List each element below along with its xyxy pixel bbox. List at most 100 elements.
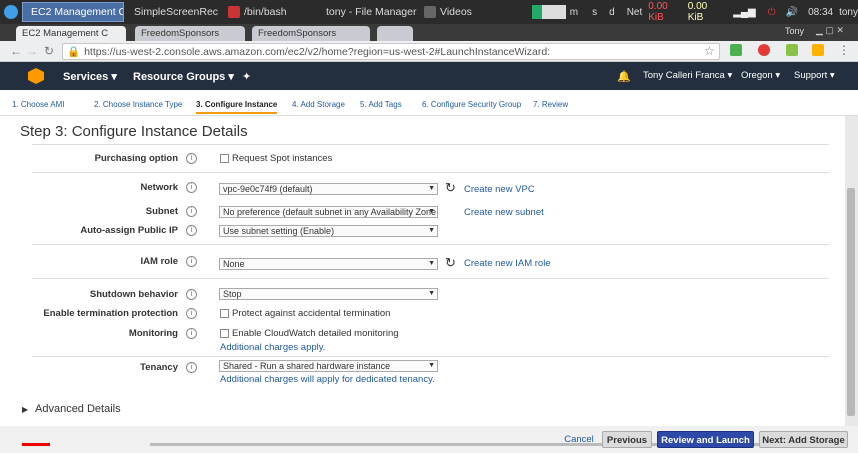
wizard-step-security-group[interactable]: 6. Configure Security Group (422, 100, 521, 109)
monitoring-label: Monitoring (128, 328, 178, 339)
subnet-label: Subnet (145, 206, 178, 217)
create-subnet-link[interactable]: Create new subnet (464, 207, 544, 218)
info-icon[interactable]: i (186, 328, 197, 339)
info-icon[interactable]: i (186, 362, 197, 373)
browser-profile[interactable]: Tony (785, 26, 804, 36)
monitoring-checkbox[interactable] (220, 329, 229, 338)
termination-protection-text: Protect against accidental termination (232, 308, 391, 319)
monitoring-charges-link[interactable]: Additional charges apply. (220, 342, 325, 353)
volume-icon[interactable]: 🔊 (786, 7, 798, 18)
termination-protection-checkbox[interactable] (220, 309, 229, 318)
tenancy-select[interactable]: Shared - Run a shared hardware instance ▼ (219, 360, 438, 372)
content-scrollbar[interactable] (845, 116, 858, 426)
create-iam-role-link[interactable]: Create new IAM role (464, 258, 551, 269)
info-icon[interactable]: i (186, 153, 197, 164)
aws-header: Services ▾ Resource Groups ▾ ✦ 🔔 Tony Ca… (0, 62, 858, 90)
info-icon[interactable]: i (186, 256, 197, 267)
new-tab-button[interactable] (377, 26, 413, 41)
terminal-icon (228, 6, 240, 18)
url-input[interactable]: 🔒 https://us-west-2.console.aws.amazon.c… (62, 43, 720, 60)
taskbar-app-chrome[interactable]: EC2 Management C (22, 2, 124, 22)
info-icon[interactable]: i (186, 206, 197, 217)
taskbar-app-file-manager[interactable]: tony - File Manager (318, 2, 418, 22)
support-menu[interactable]: Support ▾ (794, 70, 835, 81)
scroll-thumb[interactable] (847, 188, 855, 416)
tab-freedomsponsors-2[interactable]: FreedomSponsors (252, 26, 370, 41)
pin-icon[interactable]: ✦ (242, 70, 251, 83)
divider (32, 244, 829, 245)
wizard-step-choose-ami[interactable]: 1. Choose AMI (12, 100, 64, 109)
menu-icon[interactable]: ⋮ (838, 43, 850, 57)
wizard-step-add-storage[interactable]: 4. Add Storage (292, 100, 345, 109)
refresh-icon[interactable]: ↻ (445, 180, 456, 196)
system-tray: m s d Net 0.00 KiB 0.00 KiB ▂▄▆ ⏻ 🔊 08:3… (532, 0, 858, 24)
lock-icon: 🔒 (67, 46, 81, 58)
tab-freedomsponsors-1[interactable]: FreedomSponsors (135, 26, 245, 41)
taskbar-app-recorder[interactable]: SimpleScreenRec (126, 2, 222, 22)
start-menu-icon[interactable] (0, 1, 22, 23)
wizard-footer: Cancel Previous Review and Launch Next: … (0, 426, 858, 453)
taskbar-app-terminal[interactable]: /bin/bash (224, 2, 316, 22)
info-icon[interactable]: i (186, 182, 197, 193)
wizard-step-review[interactable]: 7. Review (533, 100, 568, 109)
info-icon[interactable]: i (186, 308, 197, 319)
advanced-details-toggle[interactable]: Advanced Details (35, 403, 121, 415)
dropdown-arrow-icon: ▼ (428, 227, 435, 234)
resource-groups-menu[interactable]: Resource Groups ▾ (133, 70, 234, 83)
refresh-icon[interactable]: ↻ (445, 255, 456, 271)
network-select[interactable]: vpc-9e0c74f9 (default) ▼ (219, 183, 438, 195)
extension-icon[interactable] (730, 44, 742, 56)
spot-instances-label: Request Spot instances (232, 153, 333, 164)
os-taskbar: EC2 Management C SimpleScreenRec /bin/ba… (0, 0, 858, 24)
create-vpc-link[interactable]: Create new VPC (464, 184, 535, 195)
power-icon[interactable]: ⏻ (768, 7, 776, 18)
notification-bell-icon[interactable]: 🔔 (617, 70, 631, 83)
cpu-graph-icon (532, 5, 566, 19)
account-menu[interactable]: Tony Calleri Franca ▾ (643, 70, 732, 81)
tenancy-label: Tenancy (140, 362, 178, 373)
public-ip-label: Auto-assign Public IP (80, 225, 178, 236)
extension-icon-4[interactable] (812, 44, 824, 56)
iam-role-select[interactable]: None ▼ (219, 258, 438, 270)
window-controls[interactable]: ▁ ▢ ✕ (816, 25, 844, 36)
dropdown-arrow-icon: ▼ (428, 208, 435, 215)
divider (32, 278, 829, 279)
info-icon[interactable]: i (186, 225, 197, 236)
next-add-storage-button[interactable]: Next: Add Storage (759, 431, 848, 448)
shutdown-behavior-select[interactable]: Stop ▼ (219, 288, 438, 300)
subnet-select[interactable]: No preference (default subnet in any Ava… (219, 206, 438, 218)
services-menu[interactable]: Services ▾ (63, 70, 117, 83)
spot-instances-checkbox[interactable] (220, 154, 229, 163)
extension-icon-2[interactable] (758, 44, 770, 56)
video-icon (424, 6, 436, 18)
back-icon[interactable]: ← (10, 44, 22, 58)
public-ip-select[interactable]: Use subnet setting (Enable) ▼ (219, 225, 438, 237)
wizard-step-configure-instance[interactable]: 3. Configure Instance (196, 100, 278, 114)
expand-caret-icon[interactable]: ▶ (22, 405, 28, 414)
tab-ec2-management[interactable]: EC2 Management C (16, 26, 126, 41)
region-menu[interactable]: Oregon ▾ (741, 70, 780, 81)
aws-logo-icon[interactable] (28, 68, 44, 84)
bookmark-star-icon[interactable]: ☆ (704, 44, 715, 58)
monitoring-text: Enable CloudWatch detailed monitoring (232, 328, 399, 339)
page-title: Step 3: Configure Instance Details (20, 123, 248, 140)
reload-icon[interactable]: ↻ (44, 44, 54, 58)
taskbar-app-videos[interactable]: Videos (420, 2, 500, 22)
info-icon[interactable]: i (186, 289, 197, 300)
extension-icon-3[interactable] (786, 44, 798, 56)
browser-tab-strip: EC2 Management C FreedomSponsors Freedom… (0, 24, 858, 41)
divider (32, 144, 829, 145)
tenancy-charges-link[interactable]: Additional charges will apply for dedica… (220, 374, 435, 385)
wizard-step-add-tags[interactable]: 5. Add Tags (360, 100, 402, 109)
address-bar: ← → ↻ 🔒 https://us-west-2.console.aws.am… (0, 41, 858, 62)
cancel-button[interactable]: Cancel (560, 431, 598, 448)
wifi-icon[interactable]: ▂▄▆ (733, 7, 755, 18)
wizard-steps: 1. Choose AMI 2. Choose Instance Type 3.… (0, 90, 858, 116)
review-and-launch-button[interactable]: Review and Launch (657, 431, 754, 448)
divider (32, 356, 829, 357)
forward-icon[interactable]: → (26, 44, 38, 58)
previous-button[interactable]: Previous (602, 431, 652, 448)
wizard-step-instance-type[interactable]: 2. Choose Instance Type (94, 100, 182, 109)
termination-protection-label: Enable termination protection (43, 308, 178, 319)
dropdown-arrow-icon: ▼ (428, 185, 435, 192)
